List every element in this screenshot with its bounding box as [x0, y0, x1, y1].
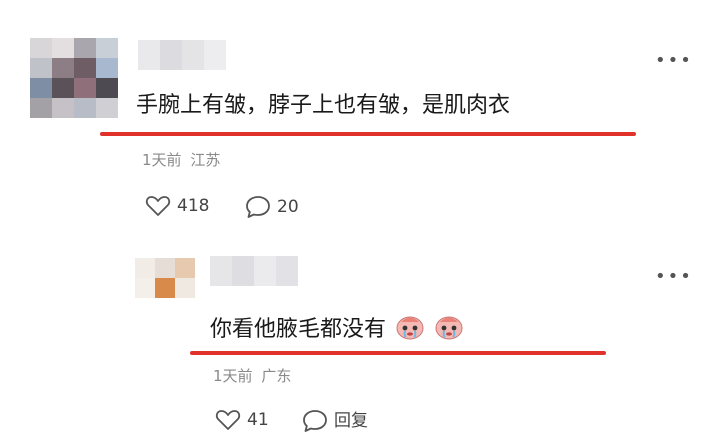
avatar-pixel: [52, 38, 74, 58]
avatar-pixel: [96, 38, 118, 58]
speech-bubble-icon: [246, 196, 270, 218]
crying-face-emoji-icon: [435, 316, 463, 340]
username-blurred-2[interactable]: [210, 256, 298, 286]
user-avatar-2[interactable]: [135, 258, 195, 298]
like-button[interactable]: 41: [215, 409, 269, 431]
comment-meta: 1天前 广东: [213, 369, 291, 384]
avatar-pixel: [135, 258, 155, 278]
avatar-pixel: [74, 98, 96, 118]
avatar-pixel: [74, 38, 96, 58]
more-options-icon[interactable]: •••: [655, 268, 693, 286]
crying-face-emoji-icon: [396, 316, 424, 340]
reply-comment-body: 你看他腋毛都没有: [210, 317, 387, 342]
avatar-pixel: [96, 58, 118, 78]
comment-meta: 1天前 江苏: [142, 153, 220, 168]
like-count: 418: [177, 195, 210, 216]
avatar-pixel: [30, 78, 52, 98]
avatar-pixel: [52, 58, 74, 78]
username-blurred-1[interactable]: [138, 40, 226, 70]
more-options-icon[interactable]: •••: [655, 52, 693, 70]
avatar-pixel: [52, 78, 74, 98]
user-avatar-1[interactable]: [30, 38, 118, 118]
avatar-pixel: [155, 258, 175, 278]
reply-count: 20: [277, 196, 299, 217]
avatar-pixel: [52, 98, 74, 118]
like-count: 41: [247, 409, 269, 430]
reply-label: 回复: [334, 410, 368, 431]
avatar-pixel: [30, 98, 52, 118]
avatar-pixel: [155, 278, 175, 298]
avatar-pixel: [74, 58, 96, 78]
avatar-pixel: [175, 278, 195, 298]
avatar-pixel: [74, 78, 96, 98]
like-button[interactable]: 418: [145, 195, 209, 217]
heart-outline-icon: [215, 410, 241, 430]
red-underline: [190, 351, 606, 355]
comment-time: 1天前: [142, 151, 182, 169]
avatar-pixel: [30, 58, 52, 78]
avatar-pixel: [135, 278, 155, 298]
comment-text: 手腕上有皱，脖子上也有皱，是肌肉衣: [136, 93, 511, 118]
avatar-pixel: [175, 258, 195, 278]
avatar-pixel: [96, 78, 118, 98]
reply-button[interactable]: 回复: [302, 409, 368, 433]
speech-bubble-icon: [303, 410, 327, 432]
reply-button[interactable]: 20: [245, 195, 299, 219]
heart-outline-icon: [145, 196, 171, 216]
reply-comment-text: 你看他腋毛都没有: [210, 312, 464, 341]
comment-location: 江苏: [190, 151, 221, 169]
avatar-pixel: [30, 38, 52, 58]
comment-time: 1天前: [213, 367, 253, 385]
avatar-pixel: [96, 98, 118, 118]
red-underline: [100, 132, 636, 136]
comment-location: 广东: [261, 367, 292, 385]
